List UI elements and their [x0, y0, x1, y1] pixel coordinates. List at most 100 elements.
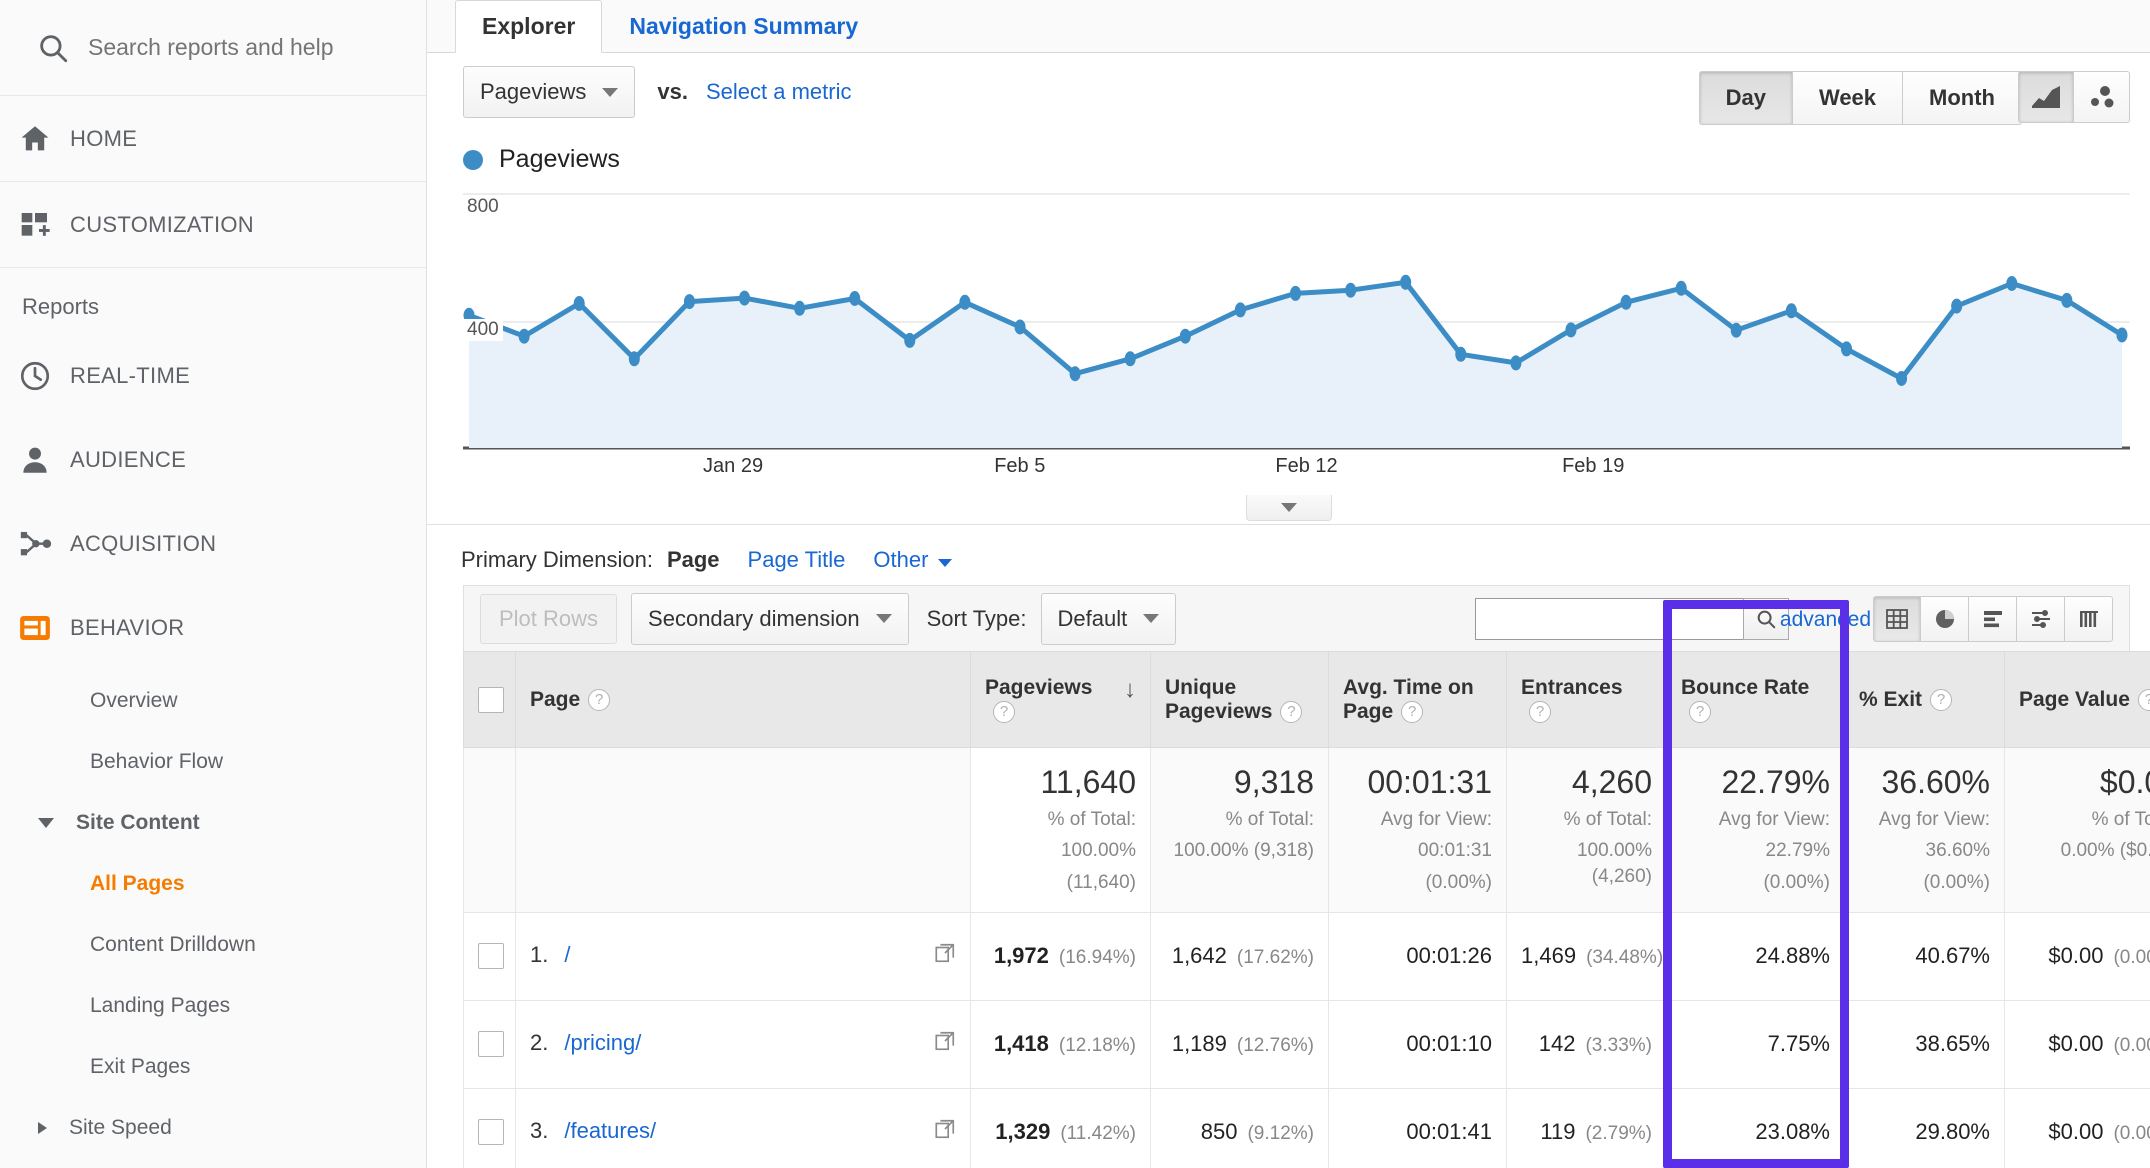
sidebar-item-acquisition[interactable]: ACQUISITION	[0, 502, 426, 586]
table-row[interactable]: 1. / 1,972 (16.94%) 1,642 (17.62%) 00:01:26…	[463, 911, 2150, 1001]
chevron-down-icon	[875, 614, 892, 623]
sidebar-item-customization[interactable]: CUSTOMIZATION	[0, 182, 426, 268]
help-icon[interactable]: ?	[1930, 688, 1953, 711]
sidebar-item-overview[interactable]: Overview	[0, 670, 426, 731]
row-pageviews: 1,972 (16.94%)	[970, 911, 1151, 1001]
primary-dimension-page[interactable]: Page	[667, 547, 720, 573]
line-chart-icon[interactable]	[2018, 71, 2074, 123]
row-page-cell[interactable]: 3. /features/	[515, 1087, 971, 1168]
row-checkbox[interactable]	[478, 943, 504, 970]
search-input[interactable]	[88, 34, 408, 61]
row-unique-pageviews: 1,642 (17.62%)	[1150, 911, 1329, 1001]
row-page-value: $0.00 (0.00%)	[2004, 999, 2150, 1089]
sort-type-select[interactable]: Default	[1040, 592, 1177, 645]
primary-dimension-other[interactable]: Other	[873, 547, 953, 573]
row-checkbox-cell[interactable]	[463, 1087, 516, 1168]
sidebar-reports-header: Reports	[22, 294, 100, 319]
table-search-input[interactable]	[1475, 598, 1743, 640]
search-icon	[18, 31, 88, 65]
help-icon[interactable]: ?	[1280, 700, 1303, 723]
row-pageviews-pct: (11.42%)	[1060, 1123, 1136, 1145]
open-in-new-icon[interactable]	[934, 942, 956, 970]
granularity-week[interactable]: Week	[1792, 71, 1904, 125]
x-tick-label: Feb 19	[1562, 455, 1625, 477]
help-icon[interactable]: ?	[1689, 700, 1711, 723]
table-view-icon[interactable]	[1873, 596, 1921, 642]
chart-svg	[463, 193, 2130, 450]
column-header-page-value[interactable]: Page Value?	[2004, 651, 2150, 748]
sidebar-item-all-pages[interactable]: All Pages	[0, 853, 426, 914]
sidebar-item-customization-label: CUSTOMIZATION	[70, 211, 254, 237]
help-icon[interactable]: ?	[993, 700, 1015, 723]
row-page-link[interactable]: /pricing/	[564, 1030, 641, 1055]
help-icon[interactable]: ?	[1401, 700, 1424, 723]
x-tick-label: Feb 5	[994, 455, 1046, 477]
advanced-link[interactable]: advanced	[1780, 608, 1871, 632]
sidebar-item-real-time[interactable]: REAL-TIME	[0, 334, 426, 418]
row-checkbox[interactable]	[478, 1119, 504, 1146]
sidebar-item-site-speed[interactable]: Site Speed	[0, 1097, 426, 1158]
secondary-dimension-select[interactable]: Secondary dimension	[631, 592, 909, 645]
help-icon[interactable]: ?	[1529, 700, 1551, 723]
column-header-entrances[interactable]: Entrances?	[1506, 651, 1667, 748]
sidebar-item-content-drilldown[interactable]: Content Drilldown	[0, 914, 426, 975]
pageviews-chart[interactable]: 800 400	[463, 186, 2130, 451]
primary-dimension-page-title[interactable]: Page Title	[748, 547, 846, 573]
column-header-pageviews[interactable]: Pageviews ↓?	[970, 651, 1151, 748]
plot-rows-button[interactable]: Plot Rows	[480, 593, 618, 644]
table-row[interactable]: 3. /features/ 1,329 (11.42%) 850 (9.12%) 00…	[463, 1087, 2150, 1168]
row-page-link[interactable]: /features/	[564, 1118, 656, 1143]
select-a-metric-link[interactable]: Select a metric	[706, 79, 852, 105]
column-header-avg-time-on-page[interactable]: Avg. Time on Page?	[1328, 651, 1507, 748]
help-icon[interactable]: ?	[2137, 688, 2150, 711]
row-page-link[interactable]: /	[564, 942, 570, 967]
row-checkbox-cell[interactable]	[463, 911, 516, 1001]
table-search	[1475, 598, 1789, 640]
motion-chart-icon[interactable]	[2074, 71, 2130, 123]
tab-navigation-summary[interactable]: Navigation Summary	[602, 0, 885, 53]
row-entrances: 119 (2.79%)	[1506, 1087, 1667, 1168]
sidebar-item-behavior-flow[interactable]: Behavior Flow	[0, 731, 426, 792]
open-in-new-icon[interactable]	[934, 1030, 956, 1058]
column-header-unique-pageviews[interactable]: Unique Pageviews?	[1150, 651, 1329, 748]
metric-select[interactable]: Pageviews	[463, 66, 636, 118]
sidebar-item-home[interactable]: HOME	[0, 96, 426, 182]
sidebar-item-behavior[interactable]: BEHAVIOR	[0, 586, 426, 670]
sidebar-item-audience[interactable]: AUDIENCE	[0, 418, 426, 502]
help-icon[interactable]: ?	[588, 688, 611, 711]
row-index: 1.	[530, 942, 549, 968]
chart-legend: Pageviews	[427, 131, 2150, 174]
select-all-header[interactable]	[463, 651, 516, 748]
row-entrances-value: 1,469	[1521, 943, 1577, 969]
sidebar-item-site-search[interactable]: Site Search	[0, 1158, 426, 1168]
row-page-cell[interactable]: 2. /pricing/	[515, 999, 971, 1089]
column-header-bounce-rate[interactable]: Bounce Rate?	[1666, 651, 1845, 748]
tab-explorer[interactable]: Explorer	[455, 0, 603, 53]
chart-expander-button[interactable]	[1245, 495, 1332, 521]
row-checkbox[interactable]	[478, 1031, 504, 1058]
sidebar-item-site-content[interactable]: Site Content	[0, 792, 426, 853]
comparison-view-icon[interactable]	[2017, 596, 2065, 642]
bar-view-icon[interactable]	[1969, 596, 2017, 642]
open-in-new-icon[interactable]	[934, 1118, 956, 1146]
select-all-checkbox[interactable]	[478, 686, 504, 713]
row-checkbox-cell[interactable]	[463, 999, 516, 1089]
sidebar-item-acquisition-label: ACQUISITION	[70, 531, 217, 556]
chart-x-axis: Jan 29 Feb 5 Feb 12 Feb 19	[463, 455, 2130, 491]
table-row[interactable]: 2./pricing/ 1,418 (12.18%) 1,189 (12.76%) …	[463, 999, 2150, 1089]
pivot-view-icon[interactable]	[2065, 596, 2113, 642]
granularity-toggle: Day Week Month	[1698, 71, 2022, 125]
column-header-exit-pct[interactable]: % Exit?	[1844, 651, 2005, 748]
sidebar-item-exit-pages[interactable]: Exit Pages	[0, 1036, 426, 1097]
granularity-month[interactable]: Month	[1903, 71, 2022, 125]
row-page-cell[interactable]: 1. /	[515, 911, 971, 1001]
summary-exit-pct-note2: 36.60%	[1925, 840, 1990, 862]
granularity-day[interactable]: Day	[1698, 71, 1793, 125]
sidebar-search-row[interactable]	[0, 0, 426, 96]
column-header-pageviews-label: Pageviews	[985, 675, 1093, 699]
summary-pageviews-note1: % of Total:	[1047, 808, 1136, 830]
sidebar-item-landing-pages[interactable]: Landing Pages	[0, 975, 426, 1036]
chevron-down-icon	[602, 87, 619, 97]
pie-view-icon[interactable]	[1921, 596, 1969, 642]
column-header-page[interactable]: Page?	[515, 651, 971, 748]
